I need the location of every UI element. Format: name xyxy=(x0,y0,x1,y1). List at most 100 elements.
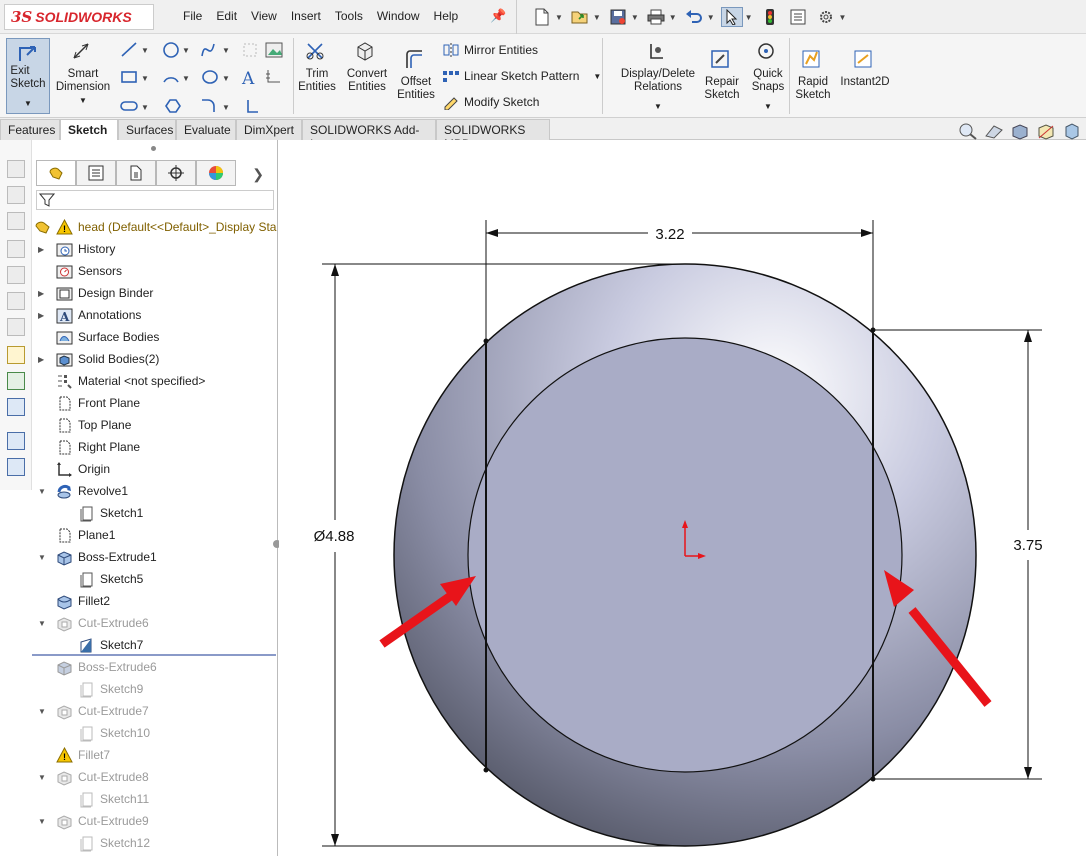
tree-item-plane1[interactable]: Plane1 xyxy=(56,524,115,546)
tab-solidworks-add-ins[interactable]: SOLIDWORKS Add-Ins xyxy=(302,119,436,151)
copy-icon[interactable] xyxy=(7,458,25,476)
tree-item-sketch10[interactable]: Sketch10 xyxy=(78,722,150,744)
repair-sketch-button[interactable]: Repair Sketch xyxy=(703,48,741,102)
sketch-relations-icon[interactable] xyxy=(7,346,25,364)
collapse-arrow-icon[interactable]: ▼ xyxy=(38,707,48,716)
line-icon[interactable]: ▼ xyxy=(121,42,149,57)
tree-item-origin[interactable]: Origin xyxy=(56,458,110,480)
save-icon[interactable] xyxy=(607,7,629,27)
menu-file[interactable]: File xyxy=(176,9,209,23)
options-icon[interactable] xyxy=(815,7,837,27)
view-cube-icon[interactable] xyxy=(7,318,25,336)
collapse-arrow-icon[interactable]: ▼ xyxy=(38,817,48,826)
view-orientation-icon[interactable] xyxy=(1010,122,1030,140)
chevron-down-icon[interactable]: ▼ xyxy=(24,97,32,110)
chevron-down-icon[interactable]: ▼ xyxy=(745,13,753,22)
menu-help[interactable]: Help xyxy=(427,9,466,23)
quick-snaps-button[interactable]: Quick Snaps ▼ xyxy=(749,40,787,113)
trim-entities-button[interactable]: Trim Entities xyxy=(296,40,338,94)
pin-icon[interactable]: 📌 xyxy=(490,8,506,24)
new-icon[interactable] xyxy=(531,7,553,27)
offset-entities-button[interactable]: Offset Entities xyxy=(395,48,437,102)
chevron-down-icon[interactable]: ▼ xyxy=(79,94,87,107)
menu-view[interactable]: View xyxy=(244,9,284,23)
chevron-right-icon[interactable]: ❯ xyxy=(236,160,264,188)
undo-icon[interactable] xyxy=(683,7,705,27)
chamfer-sketch-icon[interactable] xyxy=(247,100,258,113)
tree-item-sketch1[interactable]: Sketch1 xyxy=(78,502,143,524)
tab-solidworks-mbd[interactable]: SOLIDWORKS MBD xyxy=(436,119,550,151)
tree-item-annotations[interactable]: ▶ A Annotations xyxy=(38,304,141,326)
feature-manager-tab[interactable] xyxy=(36,160,76,186)
property-manager-tab[interactable] xyxy=(76,160,116,186)
chevron-down-icon[interactable]: ▼ xyxy=(555,13,563,22)
tree-item-cut-extrude6[interactable]: ▼ Cut-Extrude6 xyxy=(38,612,149,634)
smart-dimension-button[interactable]: Smart Dimension ▼ xyxy=(56,40,110,107)
width-dimension-text[interactable]: 3.22 xyxy=(655,226,684,243)
collapse-arrow-icon[interactable]: ▼ xyxy=(38,773,48,782)
chevron-down-icon[interactable]: ▼ xyxy=(707,13,715,22)
solidworks-logo[interactable]: 3S SOLIDWORKS xyxy=(4,4,154,30)
slot-icon[interactable]: ▼ xyxy=(120,101,149,112)
expand-arrow-icon[interactable]: ▶ xyxy=(38,289,48,298)
rapid-sketch-button[interactable]: Rapid Sketch xyxy=(794,48,832,102)
rectangle-icon[interactable]: ▼ xyxy=(121,71,149,83)
tree-item-fillet7[interactable]: ! Fillet7 xyxy=(56,744,110,766)
expand-arrow-icon[interactable]: ▶ xyxy=(38,311,48,320)
display-icon[interactable] xyxy=(7,398,25,416)
copy-icon[interactable] xyxy=(7,432,25,450)
expand-arrow-icon[interactable]: ▶ xyxy=(38,245,48,254)
chevron-down-icon[interactable]: ▼ xyxy=(669,13,677,22)
section-view-icon[interactable] xyxy=(984,122,1004,140)
view-cube-icon[interactable] xyxy=(7,160,25,178)
print-icon[interactable] xyxy=(645,7,667,27)
tree-item-cut-extrude7[interactable]: ▼ Cut-Extrude7 xyxy=(38,700,149,722)
display-style-icon[interactable] xyxy=(1036,122,1056,140)
tree-item-material-not-specified[interactable]: Material <not specified> xyxy=(56,370,205,392)
traffic-light-icon[interactable] xyxy=(759,7,781,27)
graphics-area[interactable]: 3.22 3.75 Ø4.88 xyxy=(279,140,1086,856)
modify-sketch-button[interactable]: Modify Sketch xyxy=(442,94,539,110)
diameter-dimension-text[interactable]: Ø4.88 xyxy=(314,528,355,545)
circle-icon[interactable]: ▼ xyxy=(163,42,190,58)
arc-icon[interactable]: ▼ xyxy=(163,74,190,83)
exit-sketch-button[interactable]: Exit Sketch ▼ xyxy=(6,38,50,114)
tree-item-solid-bodies-2[interactable]: ▶ Solid Bodies(2) xyxy=(38,348,159,370)
configuration-manager-tab[interactable] xyxy=(116,160,156,186)
tree-item-cut-extrude8[interactable]: ▼ Cut-Extrude8 xyxy=(38,766,149,788)
hide-show-icon[interactable] xyxy=(1062,122,1082,140)
expand-arrow-icon[interactable]: ▶ xyxy=(38,355,48,364)
grip-icon[interactable] xyxy=(151,146,156,151)
collapse-arrow-icon[interactable]: ▼ xyxy=(38,487,48,496)
linear-sketch-pattern-button[interactable]: Linear Sketch Pattern ▼ xyxy=(442,68,601,84)
view-cube-icon[interactable] xyxy=(7,212,25,230)
spline-icon[interactable]: ▼ xyxy=(201,43,230,57)
open-icon[interactable] xyxy=(569,7,591,27)
collapse-arrow-icon[interactable]: ▼ xyxy=(38,619,48,628)
point-icon[interactable] xyxy=(266,70,280,83)
tree-item-sketch5[interactable]: Sketch5 xyxy=(78,568,143,590)
tree-filter[interactable] xyxy=(36,190,274,210)
view-cube-icon[interactable] xyxy=(7,266,25,284)
menu-insert[interactable]: Insert xyxy=(284,9,328,23)
fillet-sketch-icon[interactable]: ▼ xyxy=(202,99,230,112)
tree-item-history[interactable]: ▶ History xyxy=(38,238,115,260)
convert-entities-button[interactable]: Convert Entities xyxy=(342,40,392,94)
menu-edit[interactable]: Edit xyxy=(209,9,244,23)
view-cube-icon[interactable] xyxy=(7,292,25,310)
menu-tools[interactable]: Tools xyxy=(328,9,370,23)
zoom-to-fit-icon[interactable] xyxy=(958,122,978,140)
tree-root[interactable]: ! head (Default<<Default>_Display Sta xyxy=(34,216,276,238)
view-cube-icon[interactable] xyxy=(7,186,25,204)
tree-item-sketch9[interactable]: Sketch9 xyxy=(78,678,143,700)
tree-item-right-plane[interactable]: Right Plane xyxy=(56,436,140,458)
tree-item-cut-extrude9[interactable]: ▼ Cut-Extrude9 xyxy=(38,810,149,832)
view-cube-icon[interactable] xyxy=(7,240,25,258)
tree-item-sketch7[interactable]: Sketch7 xyxy=(78,634,143,656)
chevron-down-icon[interactable]: ▼ xyxy=(593,13,601,22)
polygon-icon[interactable]: ▼ xyxy=(202,70,230,84)
chevron-down-icon[interactable]: ▼ xyxy=(654,100,662,113)
hexagon-icon[interactable] xyxy=(165,99,181,113)
tree-item-sketch12[interactable]: Sketch12 xyxy=(78,832,150,854)
instant2d-button[interactable]: Instant2D xyxy=(836,48,894,89)
